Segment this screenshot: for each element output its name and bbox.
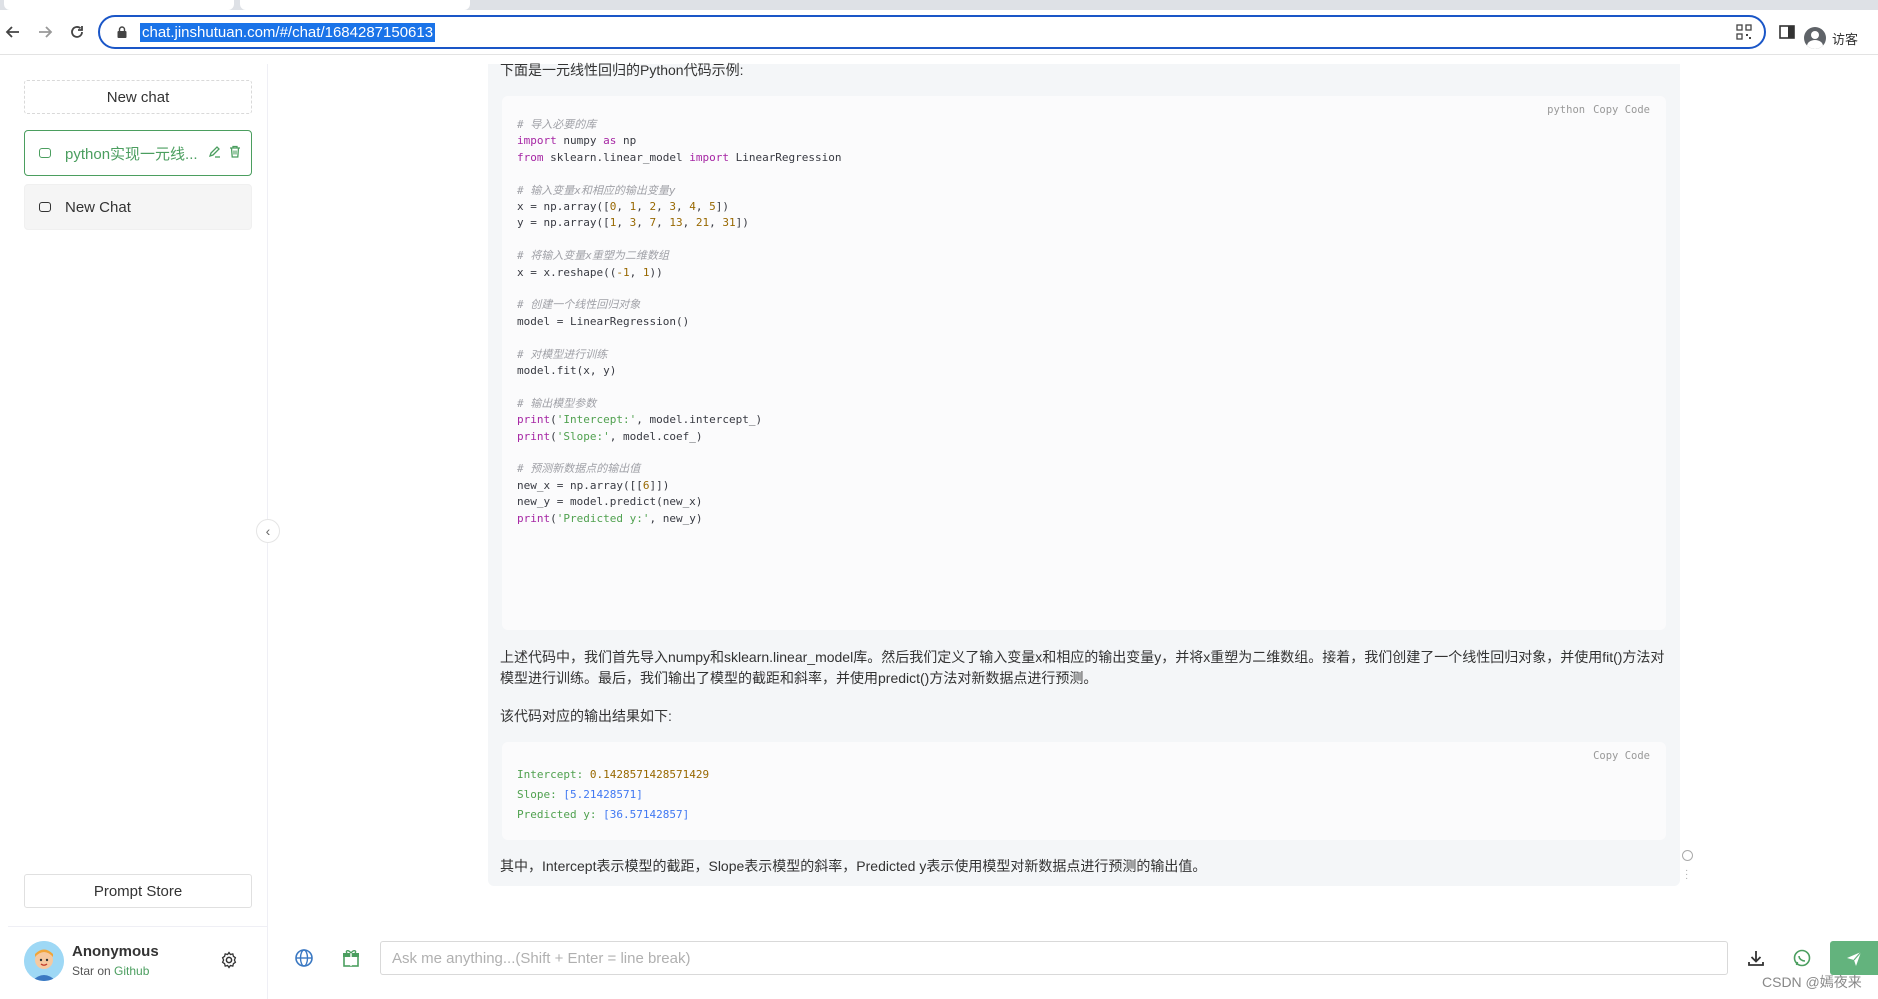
code-line: # 输出模型参数 xyxy=(517,396,597,410)
explanation-line-2: 模型进行训练。最后，我们输出了模型的截距和斜率，并使用predict()方法对新… xyxy=(500,670,1098,686)
gift-icon[interactable] xyxy=(339,946,363,970)
output-value: 0.1428571428571429 xyxy=(589,768,710,781)
settings-icon[interactable] xyxy=(220,951,238,974)
browser-toolbar: chat.jinshutuan.com/#/chat/1684287150613… xyxy=(0,10,1878,55)
output-value: [5.21428571] xyxy=(563,788,643,801)
output-value: [36.57142857] xyxy=(603,808,690,821)
code-line: x = x.reshape((-1, 1)) xyxy=(517,265,663,279)
chat-item-label: python实现一元线... xyxy=(65,145,198,163)
chat-mode-icon[interactable] xyxy=(1790,946,1814,970)
user-subtitle: Star on Github xyxy=(72,964,149,978)
code-line: print('Predicted y:', new_y) xyxy=(517,511,703,525)
explanation-line-1: 上述代码中，我们首先导入numpy和sklearn.linear_model库。… xyxy=(500,649,1665,665)
code-line: import numpy as np xyxy=(517,134,637,148)
code-line: # 预测新数据点的输出值 xyxy=(517,462,641,476)
user-panel: Anonymous Star on Github xyxy=(8,926,268,999)
new-chat-button[interactable]: New chat xyxy=(24,80,252,114)
output-label: Slope xyxy=(517,788,551,801)
sidebar: New chat python实现一元线... New Chat Prompt … xyxy=(8,64,268,999)
code-line: new_y = model.predict(new_x) xyxy=(517,495,703,509)
code-line: model.fit(x, y) xyxy=(517,364,617,377)
collapse-sidebar-button[interactable]: ‹ xyxy=(256,519,280,543)
code-line: x = np.array([0, 1, 2, 3, 4, 5]) xyxy=(517,200,729,213)
send-icon xyxy=(1847,951,1862,966)
chat-bubble-icon xyxy=(39,202,51,212)
more-options-icon[interactable]: · · · xyxy=(1685,866,1693,884)
url-text[interactable]: chat.jinshutuan.com/#/chat/1684287150613 xyxy=(140,22,436,42)
output-label: Intercept xyxy=(517,768,577,781)
send-button[interactable] xyxy=(1830,941,1878,975)
code-line: print('Slope:', model.coef_) xyxy=(517,429,703,443)
browser-tabstrip xyxy=(0,0,1878,10)
lock-icon[interactable] xyxy=(114,24,130,40)
code-block: python Copy Code # 导入必要的库 import numpy as… xyxy=(502,96,1666,630)
assistant-message: 下面是一元线性回归的Python代码示例: python Copy Code #… xyxy=(488,62,1680,886)
github-link[interactable]: Github xyxy=(114,964,149,978)
globe-icon[interactable] xyxy=(292,946,316,970)
forward-icon[interactable] xyxy=(32,19,58,45)
message-status-icon xyxy=(1682,850,1693,861)
message-input[interactable] xyxy=(380,941,1728,975)
address-bar[interactable]: chat.jinshutuan.com/#/chat/1684287150613 xyxy=(98,15,1766,49)
watermark: CSDN @嫣夜来 xyxy=(1762,974,1862,990)
reload-icon[interactable] xyxy=(64,19,90,45)
code-line: print('Intercept:', model.intercept_) xyxy=(517,413,763,427)
code-line: # 将输入变量x重塑为二维数组 xyxy=(517,249,669,263)
code-line: # 导入必要的库 xyxy=(517,118,597,131)
chat-history-item[interactable]: New Chat xyxy=(24,184,252,230)
message-tools: · · · xyxy=(1682,850,1693,884)
user-name: Anonymous xyxy=(72,943,159,960)
code-line: # 创建一个线性回归对象 xyxy=(517,298,641,312)
profile-icon xyxy=(1804,27,1826,49)
output-line: Slope: [5.21428571] xyxy=(517,788,643,801)
sidepanel-icon[interactable] xyxy=(1778,23,1796,46)
download-icon[interactable] xyxy=(1744,946,1768,970)
browser-tab[interactable] xyxy=(4,0,234,10)
output-line: Intercept: 0.1428571428571429 xyxy=(517,768,710,781)
output-label: Predicted y xyxy=(517,808,590,821)
user-subtitle-prefix: Star on xyxy=(72,964,111,978)
code-line: model = LinearRegression() xyxy=(517,314,690,328)
code-line: y = np.array([1, 3, 7, 13, 21, 31]) xyxy=(517,216,749,230)
prompt-store-button[interactable]: Prompt Store xyxy=(24,874,252,908)
message-intro: 下面是一元线性回归的Python代码示例: xyxy=(500,62,744,78)
chat-history-item-active[interactable]: python实现一元线... xyxy=(24,130,252,176)
avatar xyxy=(24,941,64,981)
composer xyxy=(268,926,1878,999)
profile-button[interactable]: 访客 xyxy=(1804,26,1858,50)
code-language-label: python xyxy=(1547,104,1586,116)
chat-app: New chat python实现一元线... New Chat Prompt … xyxy=(0,62,1878,999)
copy-output-button[interactable]: Copy Code xyxy=(1593,750,1650,762)
code-line: from sklearn.linear_model import LinearR… xyxy=(517,150,842,164)
copy-code-button[interactable]: Copy Code xyxy=(1593,104,1650,116)
output-block: Copy Code Intercept: 0.1428571428571429 … xyxy=(502,742,1666,840)
chevron-left-icon: ‹ xyxy=(265,523,271,539)
output-intro: 该代码对应的输出结果如下: xyxy=(500,708,672,724)
output-line: Predicted y: [36.57142857] xyxy=(517,808,690,821)
profile-label: 访客 xyxy=(1832,31,1859,47)
browser-tab-active[interactable] xyxy=(240,0,470,10)
back-icon[interactable] xyxy=(0,19,26,45)
conclusion-text: 其中，Intercept表示模型的截距，Slope表示模型的斜率，Predict… xyxy=(500,858,1207,874)
chat-item-label: New Chat xyxy=(65,198,131,216)
code-line: # 输入变量x和相应的输出变量y xyxy=(517,183,676,197)
code-line: # 对模型进行训练 xyxy=(517,347,608,361)
edit-icon[interactable] xyxy=(208,145,221,162)
delete-icon[interactable] xyxy=(229,145,241,162)
code-line: new_x = np.array([[6]]) xyxy=(517,478,670,492)
chat-bubble-icon xyxy=(39,148,51,158)
qr-code-icon[interactable] xyxy=(1736,24,1752,40)
